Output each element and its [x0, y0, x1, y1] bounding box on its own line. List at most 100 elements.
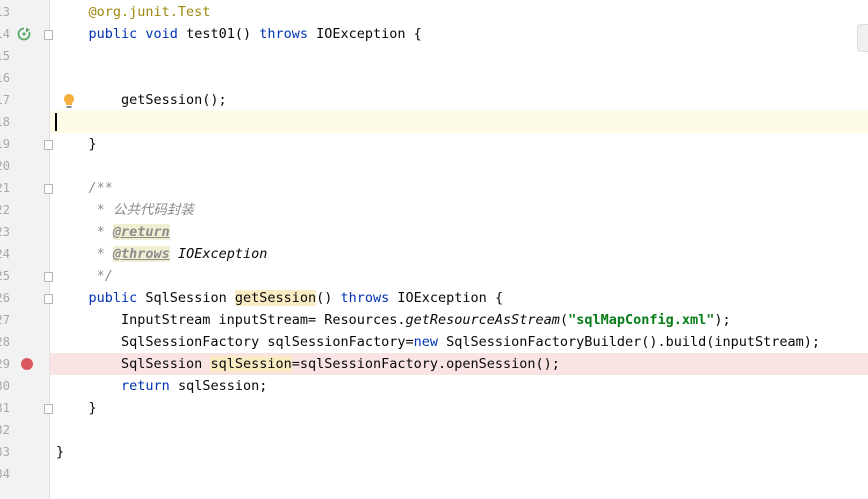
code-text[interactable]: SqlSession sqlSession=sqlSessionFactory.…: [56, 353, 560, 375]
code-token: getResourceAsStream: [405, 312, 560, 328]
line-number: 13: [0, 5, 10, 19]
breakpoint-icon[interactable]: [21, 358, 33, 370]
code-token: InputStream inputStream= Resources.: [56, 312, 406, 328]
line-number: 23: [0, 225, 10, 239]
fold-marker-icon[interactable]: [44, 404, 53, 414]
code-line[interactable]: 15: [0, 45, 868, 67]
code-line[interactable]: 26 public SqlSession getSession() throws…: [0, 287, 868, 309]
code-line[interactable]: 20: [0, 155, 868, 177]
code-text[interactable]: * @return: [56, 221, 170, 243]
code-token: throws: [259, 26, 317, 42]
line-number: 20: [0, 159, 10, 173]
run-test-icon[interactable]: [17, 27, 31, 41]
code-line[interactable]: 14 public void test01() throws IOExcepti…: [0, 23, 868, 45]
line-number: 18: [0, 115, 10, 129]
code-line[interactable]: 25 */: [0, 265, 868, 287]
line-number: 26: [0, 291, 10, 305]
code-text[interactable]: SqlSessionFactory sqlSessionFactory=new …: [56, 331, 820, 353]
code-token: SqlSessionFactory sqlSessionFactory=: [56, 334, 414, 350]
code-token: getSession();: [56, 92, 227, 108]
fold-marker-icon[interactable]: [44, 140, 53, 150]
code-text[interactable]: @org.junit.Test: [56, 1, 211, 23]
code-text[interactable]: /**: [56, 177, 113, 199]
code-token: }: [56, 444, 65, 460]
fold-marker-icon[interactable]: [44, 272, 53, 282]
code-text[interactable]: }: [56, 441, 64, 463]
code-line[interactable]: 21 /**: [0, 177, 868, 199]
fold-marker-icon[interactable]: [44, 184, 53, 194]
code-token: SqlSession: [145, 290, 235, 306]
code-token: /**: [88, 180, 113, 196]
fold-marker-icon[interactable]: [44, 30, 53, 40]
code-token: (: [559, 312, 569, 328]
code-text[interactable]: public void test01() throws IOException …: [56, 23, 422, 45]
line-number: 19: [0, 137, 10, 151]
line-number: 27: [0, 313, 10, 327]
code-text[interactable]: * 公共代码封装: [56, 199, 194, 221]
code-token: */: [96, 268, 113, 284]
code-line[interactable]: 18: [0, 111, 868, 133]
line-number: 14: [0, 27, 10, 41]
code-line[interactable]: 32: [0, 419, 868, 441]
line-number: 15: [0, 49, 10, 63]
code-text[interactable]: public SqlSession getSession() throws IO…: [56, 287, 503, 309]
code-line[interactable]: 23 * @return: [0, 221, 868, 243]
line-number: 22: [0, 203, 10, 217]
editor-side-button[interactable]: [857, 24, 868, 52]
code-token: IOException {: [316, 26, 422, 42]
code-text[interactable]: InputStream inputStream= Resources.getRe…: [56, 309, 731, 331]
code-line[interactable]: 28 SqlSessionFactory sqlSessionFactory=n…: [0, 331, 868, 353]
code-line[interactable]: 29 SqlSession sqlSession=sqlSessionFacto…: [0, 353, 868, 375]
code-token: SqlSession: [56, 356, 211, 372]
code-token: IOException {: [397, 290, 504, 306]
code-line[interactable]: 17 getSession();: [0, 89, 868, 111]
code-token: getSession: [234, 290, 317, 306]
code-line[interactable]: 31 }: [0, 397, 868, 419]
code-text[interactable]: */: [56, 265, 113, 287]
code-line[interactable]: 19 }: [0, 133, 868, 155]
code-line[interactable]: 24 * @throws IOException: [0, 243, 868, 265]
line-number: 31: [0, 401, 10, 415]
line-number: 30: [0, 379, 10, 393]
line-number: 28: [0, 335, 10, 349]
code-token: "sqlMapConfig.xml": [568, 312, 715, 328]
code-token: * 公共代码封装: [96, 202, 194, 218]
code-token: @throws: [112, 246, 170, 262]
code-line[interactable]: 22 * 公共代码封装: [0, 199, 868, 221]
code-token: }: [56, 136, 97, 152]
code-token: throws: [340, 290, 398, 306]
code-text[interactable]: getSession();: [56, 89, 227, 111]
line-number: 17: [0, 93, 10, 107]
line-number: 33: [0, 445, 10, 459]
code-text[interactable]: return sqlSession;: [56, 375, 267, 397]
code-line[interactable]: 13 @org.junit.Test: [0, 1, 868, 23]
code-text[interactable]: }: [56, 133, 97, 155]
code-line[interactable]: 34: [0, 463, 868, 485]
code-token: public void: [88, 26, 187, 42]
code-line[interactable]: 16: [0, 67, 868, 89]
code-token: sqlSession;: [177, 378, 268, 394]
code-line[interactable]: 27 InputStream inputStream= Resources.ge…: [0, 309, 868, 331]
current-line-highlight: [50, 111, 868, 133]
line-number: 32: [0, 423, 10, 437]
code-line[interactable]: 30 return sqlSession;: [0, 375, 868, 397]
code-text[interactable]: * @throws IOException: [56, 243, 267, 265]
line-number: 24: [0, 247, 10, 261]
fold-marker-icon[interactable]: [44, 294, 53, 304]
text-caret: [55, 113, 57, 131]
line-number: 21: [0, 181, 10, 195]
code-token: new: [413, 334, 447, 350]
line-number: 16: [0, 71, 10, 85]
code-line[interactable]: 33}: [0, 441, 868, 463]
code-token: }: [56, 400, 97, 416]
code-text[interactable]: }: [56, 397, 97, 419]
code-token: IOException: [177, 246, 268, 262]
code-token: public: [88, 290, 146, 306]
